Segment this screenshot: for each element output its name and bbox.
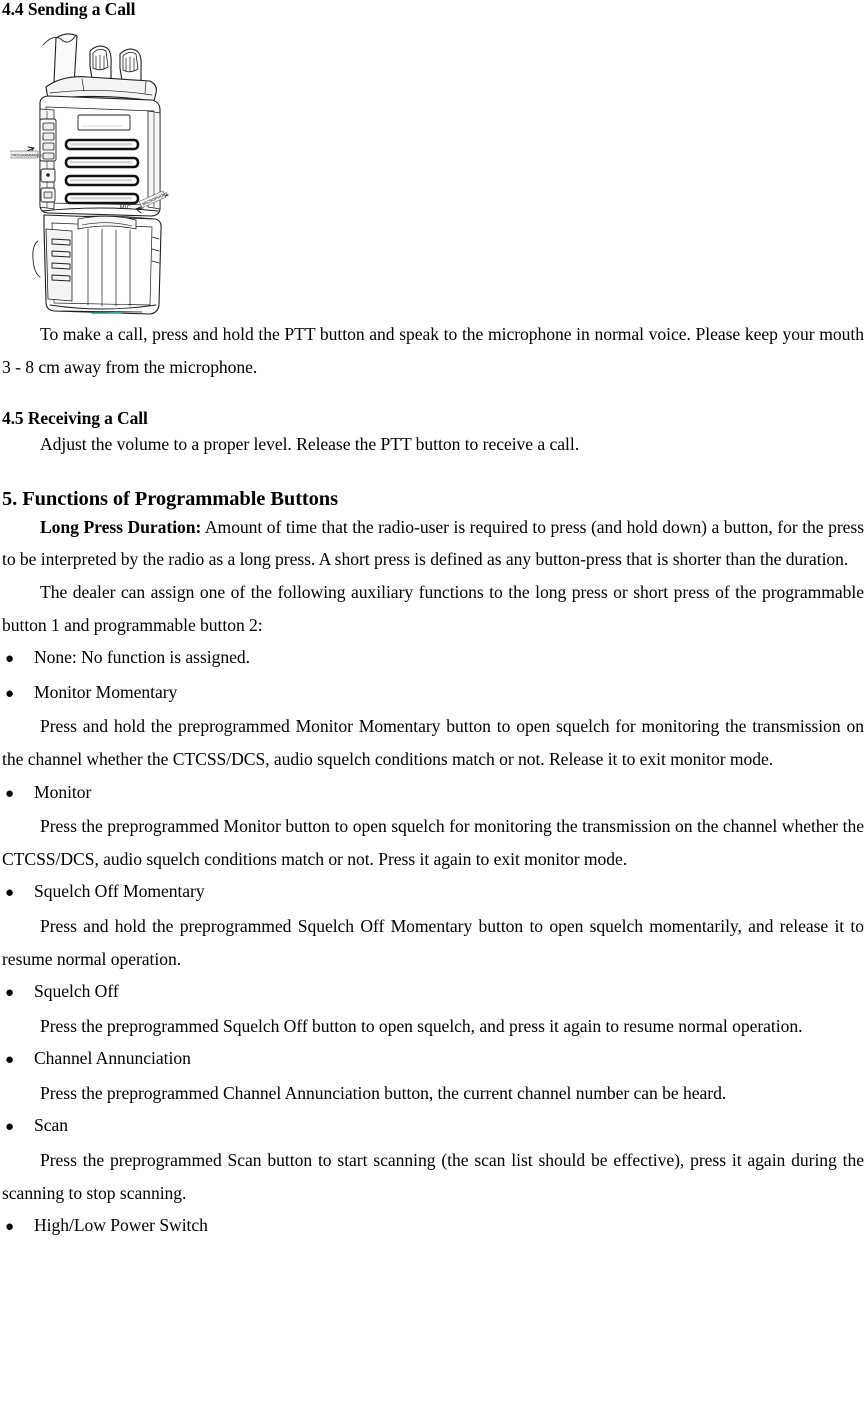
bullet-icon: ● xyxy=(5,651,15,668)
paragraph-sending-a-call: To make a call, press and hold the PTT b… xyxy=(2,324,864,377)
list-item: ● None: No function is assigned. xyxy=(2,641,864,676)
bullet-icon: ● xyxy=(5,1219,15,1236)
paragraph-dealer-note: The dealer can assign one of the followi… xyxy=(2,581,864,635)
heading-sending-a-call: 4.4 Sending a Call xyxy=(2,0,136,19)
bullet-icon: ● xyxy=(5,885,15,902)
paragraph-long-press-duration: Long Press Duration: Amount of time that… xyxy=(2,511,864,576)
svg-text:PROGRAMMABLE: PROGRAMMABLE xyxy=(12,153,43,157)
radio-illustration: MIC PROGRAMMABLE MICROPHONE xyxy=(10,23,210,318)
function-description: Press the preprogrammed Monitor button t… xyxy=(2,816,864,869)
function-description: Press and hold the preprogrammed Squelch… xyxy=(2,915,864,969)
list-item: ● Scan xyxy=(2,1109,864,1144)
list-item: ● Monitor xyxy=(2,776,864,811)
function-name: High/Low Power Switch xyxy=(34,1215,208,1236)
long-press-duration-label: Long Press Duration: xyxy=(40,516,202,537)
heading-receiving-a-call: 4.5 Receiving a Call xyxy=(2,408,148,429)
function-name: Monitor Momentary xyxy=(34,681,178,702)
function-name: Squelch Off xyxy=(34,981,119,1002)
list-item: ● Squelch Off Momentary xyxy=(2,875,864,910)
bullet-icon: ● xyxy=(5,1052,15,1069)
list-item: ● Squelch Off xyxy=(2,975,864,1010)
manual-page: 4.4 Sending a Call MIC PROGRAMMABLE MICR… xyxy=(0,0,866,1417)
function-name: Monitor xyxy=(34,781,92,802)
function-name: Squelch Off Momentary xyxy=(34,881,205,902)
list-item: ● High/Low Power Switch xyxy=(2,1209,864,1244)
function-description: Press the preprogrammed Scan button to s… xyxy=(2,1150,864,1203)
list-item: ● Monitor Momentary xyxy=(2,676,864,711)
paragraph-receiving-a-call: Adjust the volume to a proper level. Rel… xyxy=(40,434,580,455)
list-item: ● Channel Annunciation xyxy=(2,1042,864,1077)
function-name: Channel Annunciation xyxy=(34,1048,191,1069)
bullet-icon: ● xyxy=(5,1119,15,1136)
function-description: Press the preprogrammed Channel Annuncia… xyxy=(40,1082,727,1103)
heading-programmable-buttons: 5. Functions of Programmable Buttons xyxy=(2,487,338,510)
function-description: Press and hold the preprogrammed Monitor… xyxy=(2,716,864,769)
bullet-icon: ● xyxy=(5,785,15,802)
function-name: Scan xyxy=(34,1115,68,1136)
bullet-icon: ● xyxy=(5,685,15,702)
programmable-function-list: ● None: No function is assigned. ● Monit… xyxy=(2,641,864,1244)
bullet-icon: ● xyxy=(5,985,15,1002)
function-name: None: No function is assigned. xyxy=(34,647,250,668)
function-description: Press the preprogrammed Squelch Off butt… xyxy=(40,1015,803,1036)
